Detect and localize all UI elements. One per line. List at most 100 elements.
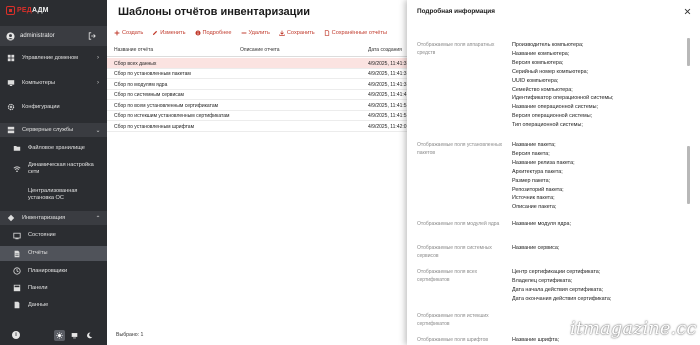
user-row[interactable]: administrator <box>0 26 107 46</box>
close-icon[interactable] <box>683 7 691 15</box>
logo-text: РЕДАДМ <box>17 6 49 14</box>
panels-icon <box>12 283 22 293</box>
document-icon <box>324 30 330 36</box>
sidebar-item-label: Планировщики <box>28 267 68 274</box>
details-button[interactable]: Подробнее <box>194 30 232 36</box>
scheduler-icon <box>12 266 22 276</box>
computer-icon <box>6 78 16 88</box>
prop-values: Центр сертификации сертификата; Владелец… <box>512 269 612 302</box>
state-icon <box>12 231 22 241</box>
sidebar-item-data[interactable]: Данные <box>0 298 107 312</box>
prop-label: Отображаемые поля установленных пакетов <box>417 142 503 156</box>
toolbar: Создать Изменить Подробнее Удалить Сохра… <box>114 30 387 36</box>
table-row[interactable]: Сбор всех данных 4/9/2025, 11:41:3 <box>107 58 407 69</box>
table-row[interactable]: Сбор по истекшим установленным сертифика… <box>107 111 407 121</box>
prop-values: Производитель компьютера; Название компь… <box>512 42 614 129</box>
table-row[interactable]: Сбор по всем установленным сертификатам 4… <box>107 100 407 111</box>
chevron-right-icon: › <box>97 80 99 86</box>
sidebar-item-label: Состояние <box>28 232 56 238</box>
sidebar-item-label: Централизованная установка ОС <box>28 188 78 201</box>
plus-icon <box>114 30 120 36</box>
sidebar-item-reports[interactable]: Отчёты <box>0 246 107 261</box>
chevron-right-icon: › <box>97 55 99 61</box>
sidebar-item-schedulers[interactable]: Планировщики <box>0 264 107 278</box>
saved-reports-button[interactable]: Сохранённые отчёты <box>324 30 387 36</box>
main-content: Шаблоны отчётов инвентаризации Создать И… <box>107 0 407 345</box>
sidebar-footer: i <box>0 325 107 345</box>
sidebar-item-inventory[interactable]: Инвентаризация ⌃ <box>0 211 107 225</box>
logout-icon[interactable] <box>87 32 96 41</box>
data-icon <box>12 300 22 310</box>
details-panel: Подробная информация Отображаемые поля а… <box>407 0 700 345</box>
username: administrator <box>20 33 55 39</box>
column-header-description[interactable]: Описание отчета <box>240 47 280 53</box>
edit-button[interactable]: Изменить <box>152 30 186 36</box>
table-body: Сбор всех данных 4/9/2025, 11:41:3 Сбор п… <box>107 58 407 132</box>
prop-label: Отображаемые поля системных сервисов <box>417 245 492 259</box>
sidebar-item-state[interactable]: Состояние <box>0 228 107 243</box>
table-row[interactable]: Сбор по установленным шрифтам 4/9/2025, 1… <box>107 121 407 132</box>
download-icon <box>279 30 285 36</box>
gear-icon <box>6 102 16 112</box>
moon-icon[interactable] <box>84 330 95 341</box>
column-header-name[interactable]: Название отчёта <box>114 47 153 53</box>
sidebar-item-panels[interactable]: Панели <box>0 281 107 295</box>
sidebar-item-label: Серверные службы <box>22 126 74 133</box>
prop-label: Отображаемые поля истекших сертификатов <box>417 313 489 327</box>
logo-icon <box>6 5 15 15</box>
save-button[interactable]: Сохранить <box>279 30 315 36</box>
inventory-icon <box>6 213 16 223</box>
sidebar-item-label: Инвентаризация <box>22 214 66 221</box>
table-row[interactable]: Сбор по модулям ядра 4/9/2025, 11:41:3 <box>107 79 407 90</box>
table-row[interactable]: Сбор по системным сервисам 4/9/2025, 11:4… <box>107 90 407 100</box>
sidebar-item-label: Отчёты <box>28 250 48 256</box>
chevron-up-icon: ⌃ <box>95 215 101 222</box>
sidebar-item-label: Панели <box>28 284 48 291</box>
report-icon <box>12 249 22 259</box>
prop-services-fields: Отображаемые поля системных сервисов Наз… <box>417 244 697 262</box>
prop-label: Отображаемые поля всех сертификатов <box>417 269 478 283</box>
domain-icon <box>6 53 16 63</box>
sidebar-item-label: Компьютеры <box>22 79 55 86</box>
panel-title: Подробная информация <box>417 8 495 15</box>
prop-label: Отображаемые поля шрифтов <box>417 337 489 343</box>
prop-values: Название пакета; Версия пакета; Название… <box>512 142 575 211</box>
prop-label: Отображаемые поля модулей ядра <box>417 221 500 227</box>
sidebar-item-label: Управление доменом <box>22 54 79 61</box>
prop-kernel-modules-fields: Отображаемые поля модулей ядра Название … <box>417 220 697 238</box>
sidebar-item-configurations[interactable]: Конфигурации <box>0 100 107 114</box>
info-icon[interactable]: i <box>12 331 20 339</box>
folder-icon <box>12 143 22 153</box>
install-icon <box>12 190 22 200</box>
monitor-icon[interactable] <box>69 330 80 341</box>
app-logo[interactable]: РЕДАДМ <box>6 4 49 16</box>
pencil-icon <box>152 30 158 36</box>
network-icon <box>12 164 22 174</box>
sun-icon[interactable] <box>54 329 65 341</box>
table-row[interactable]: Сбор по установленным пакетам 4/9/2025, 1… <box>107 69 407 79</box>
user-circle-icon <box>6 31 15 41</box>
sidebar-item-server-services[interactable]: Серверные службы ⌄ <box>0 123 107 137</box>
prop-values: Название модуля ядра; <box>512 221 572 227</box>
sidebar-item-dhcp[interactable]: Динамическая настройка сети <box>0 159 107 179</box>
sidebar-item-label: Файловое хранилище <box>28 144 85 151</box>
sidebar-item-computers[interactable]: Компьютеры › <box>0 76 107 90</box>
sidebar-item-label: Динамическая настройка сети <box>28 162 94 175</box>
prop-all-certs-fields: Отображаемые поля всех сертификатов Цент… <box>417 268 697 306</box>
chevron-down-icon: ⌄ <box>95 127 101 134</box>
prop-label: Отображаемые поля аппаратных средств <box>417 42 495 56</box>
prop-values: Название сервиса; <box>512 245 560 251</box>
sidebar-item-domain[interactable]: Управление доменом › <box>0 51 107 65</box>
selected-count: Выбрано: 1 <box>116 332 144 338</box>
table-header: Название отчёта Описание отчета Дата соз… <box>107 44 407 57</box>
delete-button[interactable]: Удалить <box>241 30 270 36</box>
sidebar-item-file-storage[interactable]: Файловое хранилище <box>0 141 107 155</box>
watermark: itmagazine.cc <box>570 318 697 339</box>
page-title: Шаблоны отчётов инвентаризации <box>118 6 310 18</box>
info-circle-icon <box>194 30 201 36</box>
create-button[interactable]: Создать <box>114 30 143 36</box>
sidebar-item-label: Конфигурации <box>22 103 60 110</box>
sidebar-item-os-install[interactable]: Централизованная установка ОС <box>0 185 107 205</box>
column-header-date[interactable]: Дата создания <box>368 47 402 53</box>
minus-icon <box>241 30 247 36</box>
